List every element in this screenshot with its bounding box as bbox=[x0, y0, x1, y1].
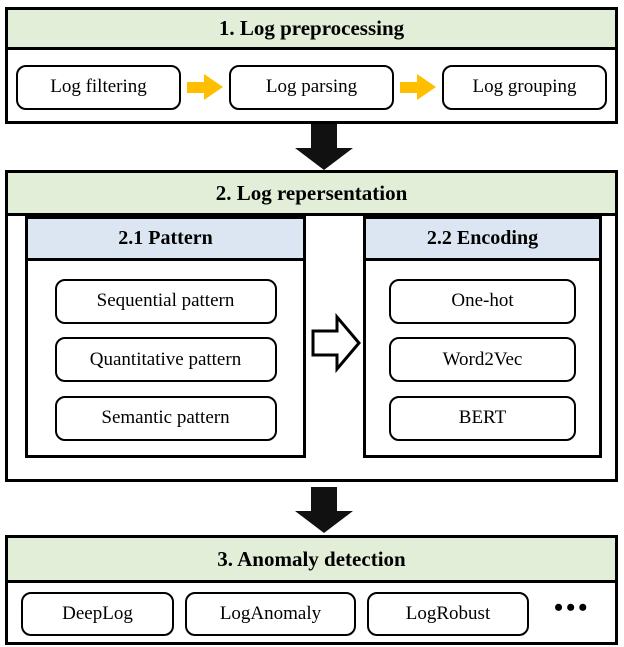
arrow-right-icon bbox=[187, 74, 223, 100]
hollow-arrow-right-icon bbox=[311, 312, 361, 374]
arrow-head bbox=[295, 511, 353, 533]
section-3-title: 3. Anomaly detection bbox=[8, 538, 615, 583]
section-1-title: 1. Log preprocessing bbox=[8, 10, 615, 50]
subpanel-pattern-title: 2.1 Pattern bbox=[28, 219, 303, 261]
arrow-down-icon bbox=[295, 124, 353, 170]
arrow-head bbox=[417, 74, 436, 100]
step-log-filtering[interactable]: Log filtering bbox=[16, 64, 181, 110]
step-log-parsing[interactable]: Log parsing bbox=[229, 64, 394, 110]
method-deeplog[interactable]: DeepLog bbox=[21, 592, 174, 636]
section-3-body: DeepLog LogAnomaly LogRobust ••• bbox=[8, 583, 615, 645]
method-logrobust[interactable]: LogRobust bbox=[367, 592, 529, 636]
step-log-grouping[interactable]: Log grouping bbox=[442, 64, 607, 110]
pattern-sequential[interactable]: Sequential pattern bbox=[54, 278, 277, 324]
encoding-one-hot[interactable]: One-hot bbox=[389, 278, 576, 324]
arrow-head bbox=[295, 148, 353, 170]
method-loganomaly[interactable]: LogAnomaly bbox=[185, 592, 356, 636]
pipeline-diagram: FREEBUF 1. Log preprocessing Log filteri… bbox=[0, 0, 624, 647]
arrow-down-icon bbox=[295, 487, 353, 533]
pattern-semantic[interactable]: Semantic pattern bbox=[54, 395, 277, 441]
encoding-bert[interactable]: BERT bbox=[389, 395, 576, 441]
section-log-preprocessing: 1. Log preprocessing Log filtering Log p… bbox=[5, 7, 618, 124]
subpanel-pattern: 2.1 Pattern Sequential pattern Quantitat… bbox=[25, 216, 306, 458]
section-anomaly-detection: 3. Anomaly detection DeepLog LogAnomaly … bbox=[5, 535, 618, 645]
subpanel-encoding-title: 2.2 Encoding bbox=[366, 219, 599, 261]
section-2-body: 2.1 Pattern Sequential pattern Quantitat… bbox=[8, 216, 615, 482]
arrow-shaft bbox=[311, 487, 337, 513]
section-log-representation: 2. Log repersentation 2.1 Pattern Sequen… bbox=[5, 170, 618, 482]
subpanel-pattern-body: Sequential pattern Quantitative pattern … bbox=[28, 261, 303, 458]
arrow-head bbox=[204, 74, 223, 100]
arrow-right-icon bbox=[400, 74, 436, 100]
section-2-title: 2. Log repersentation bbox=[8, 173, 615, 216]
subpanel-encoding: 2.2 Encoding One-hot Word2Vec BERT bbox=[363, 216, 602, 458]
pattern-quantitative[interactable]: Quantitative pattern bbox=[54, 337, 277, 382]
section-1-body: Log filtering Log parsing Log grouping bbox=[8, 50, 615, 124]
subpanel-encoding-body: One-hot Word2Vec BERT bbox=[366, 261, 599, 458]
arrow-shaft bbox=[311, 124, 337, 150]
encoding-word2vec[interactable]: Word2Vec bbox=[389, 337, 576, 382]
more-methods-ellipsis: ••• bbox=[554, 593, 591, 622]
